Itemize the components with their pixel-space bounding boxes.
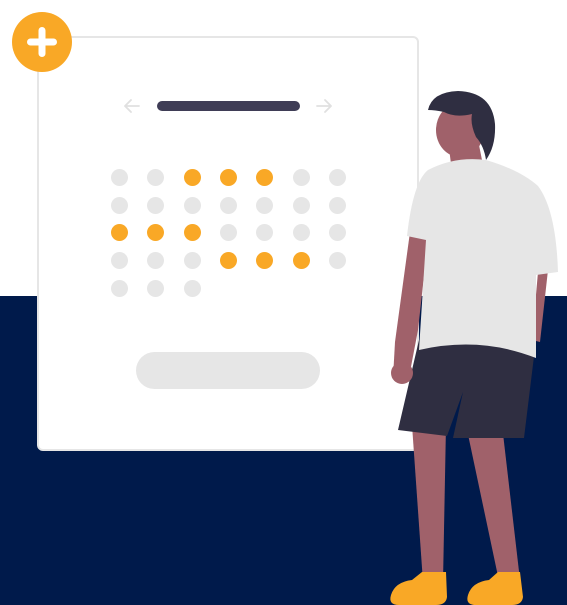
calendar-day[interactable] bbox=[329, 252, 346, 269]
plus-icon bbox=[12, 12, 72, 72]
calendar-day[interactable] bbox=[293, 169, 310, 186]
next-month-button[interactable] bbox=[315, 97, 333, 115]
calendar-day[interactable] bbox=[329, 169, 346, 186]
calendar-day[interactable] bbox=[147, 197, 164, 214]
calendar-day-highlighted[interactable] bbox=[256, 169, 273, 186]
calendar-day[interactable] bbox=[111, 197, 128, 214]
calendar-day[interactable] bbox=[256, 197, 273, 214]
calendar-day[interactable] bbox=[147, 252, 164, 269]
calendar-day-highlighted[interactable] bbox=[256, 252, 273, 269]
calendar-day[interactable] bbox=[220, 224, 237, 241]
calendar-day[interactable] bbox=[111, 252, 128, 269]
prev-month-button[interactable] bbox=[123, 97, 141, 115]
person-hair bbox=[428, 91, 496, 160]
arrow-right-icon bbox=[316, 99, 332, 113]
add-button[interactable] bbox=[12, 12, 72, 72]
calendar-day-highlighted[interactable] bbox=[111, 224, 128, 241]
calendar-day-highlighted[interactable] bbox=[184, 224, 201, 241]
calendar-day[interactable] bbox=[147, 280, 164, 297]
calendar-day[interactable] bbox=[184, 280, 201, 297]
calendar-day[interactable] bbox=[111, 169, 128, 186]
calendar-day-highlighted[interactable] bbox=[147, 224, 164, 241]
calendar-day[interactable] bbox=[293, 197, 310, 214]
calendar-day[interactable] bbox=[147, 169, 164, 186]
month-title-bar bbox=[157, 101, 300, 111]
confirm-button[interactable] bbox=[136, 352, 320, 389]
calendar-day-highlighted[interactable] bbox=[184, 169, 201, 186]
person-face bbox=[436, 103, 484, 157]
calendar-day-highlighted[interactable] bbox=[220, 252, 237, 269]
calendar-day-highlighted[interactable] bbox=[293, 252, 310, 269]
calendar-day[interactable] bbox=[293, 224, 310, 241]
calendar-day[interactable] bbox=[329, 197, 346, 214]
calendar-day[interactable] bbox=[220, 197, 237, 214]
arrow-left-icon bbox=[124, 99, 140, 113]
calendar-day-highlighted[interactable] bbox=[220, 169, 237, 186]
calendar-day[interactable] bbox=[329, 224, 346, 241]
calendar-day[interactable] bbox=[111, 280, 128, 297]
calendar-day[interactable] bbox=[256, 224, 273, 241]
person-neck bbox=[448, 140, 484, 172]
calendar-day[interactable] bbox=[184, 197, 201, 214]
calendar-day[interactable] bbox=[184, 252, 201, 269]
